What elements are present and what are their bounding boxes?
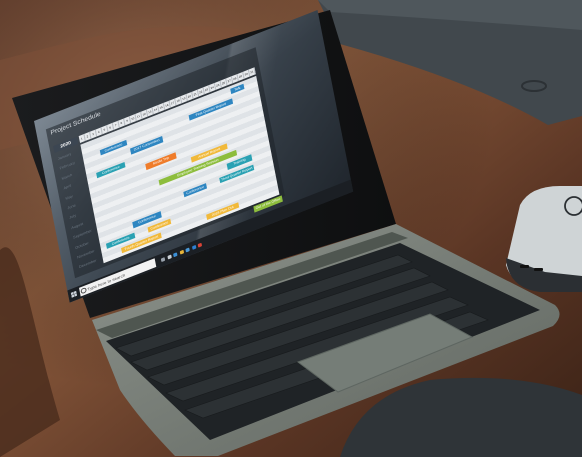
day-cell: 31 xyxy=(248,67,256,77)
mail-icon[interactable] xyxy=(185,247,190,253)
event-bar[interactable]: Media Trip xyxy=(145,152,177,170)
store-icon[interactable] xyxy=(179,249,184,255)
edge-icon[interactable] xyxy=(166,254,172,260)
event-bar[interactable]: Conference xyxy=(99,139,128,156)
event-bar[interactable]: 2017 Convention xyxy=(130,136,164,155)
event-bar[interactable]: Conference xyxy=(96,161,126,179)
app-icon[interactable] xyxy=(197,242,203,248)
task-view-icon[interactable] xyxy=(160,257,166,263)
chrome-icon[interactable] xyxy=(191,245,196,251)
event-bar[interactable]: First Quarter Report xyxy=(188,98,234,121)
file-explorer-icon[interactable] xyxy=(173,252,178,258)
event-bar[interactable]: Third Quarter Report xyxy=(219,164,255,184)
event-bar[interactable]: Conference xyxy=(183,182,208,198)
event-bar[interactable]: Talk xyxy=(230,83,245,95)
